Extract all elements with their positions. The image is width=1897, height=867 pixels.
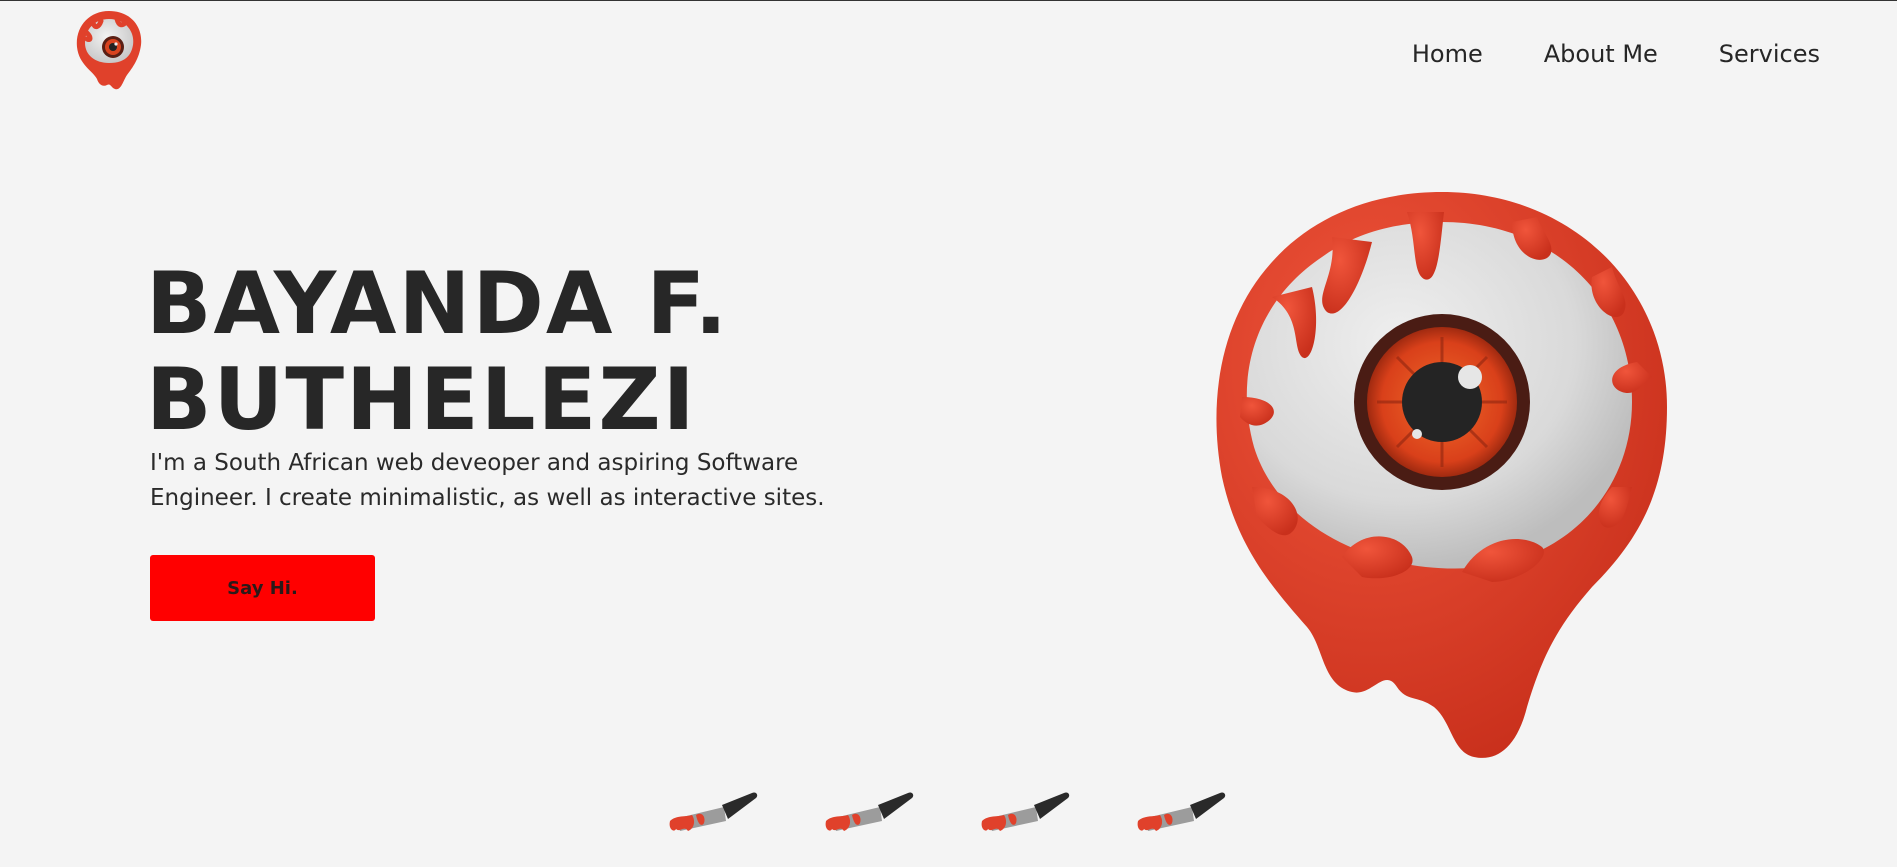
bloody-eyeball-logo-icon[interactable]: [73, 9, 145, 93]
hero-title: BAYANDA F. BUTHELEZI: [146, 256, 729, 448]
say-hi-button[interactable]: Say Hi.: [150, 555, 375, 621]
bloody-knife-icon: [669, 792, 758, 831]
page: Home About Me Services BAYANDA F. BUTHEL…: [0, 0, 1897, 867]
bloody-knife-icon: [1137, 792, 1226, 831]
main-nav: Home About Me Services: [1412, 39, 1820, 69]
nav-link-about-me[interactable]: About Me: [1544, 39, 1658, 69]
bloody-knife-icon: [981, 792, 1070, 831]
hero-description: I'm a South African web deveoper and asp…: [150, 450, 825, 511]
nav-link-home[interactable]: Home: [1412, 39, 1483, 69]
knife-row: [666, 781, 1290, 837]
nav-link-services[interactable]: Services: [1719, 39, 1820, 69]
bloody-knife-icon: [825, 792, 914, 831]
bloody-eyeball-illustration-icon: [1216, 192, 1667, 758]
hero-title-line-1: BAYANDA F.: [146, 254, 730, 354]
hero-title-line-2: BUTHELEZI: [146, 350, 697, 450]
